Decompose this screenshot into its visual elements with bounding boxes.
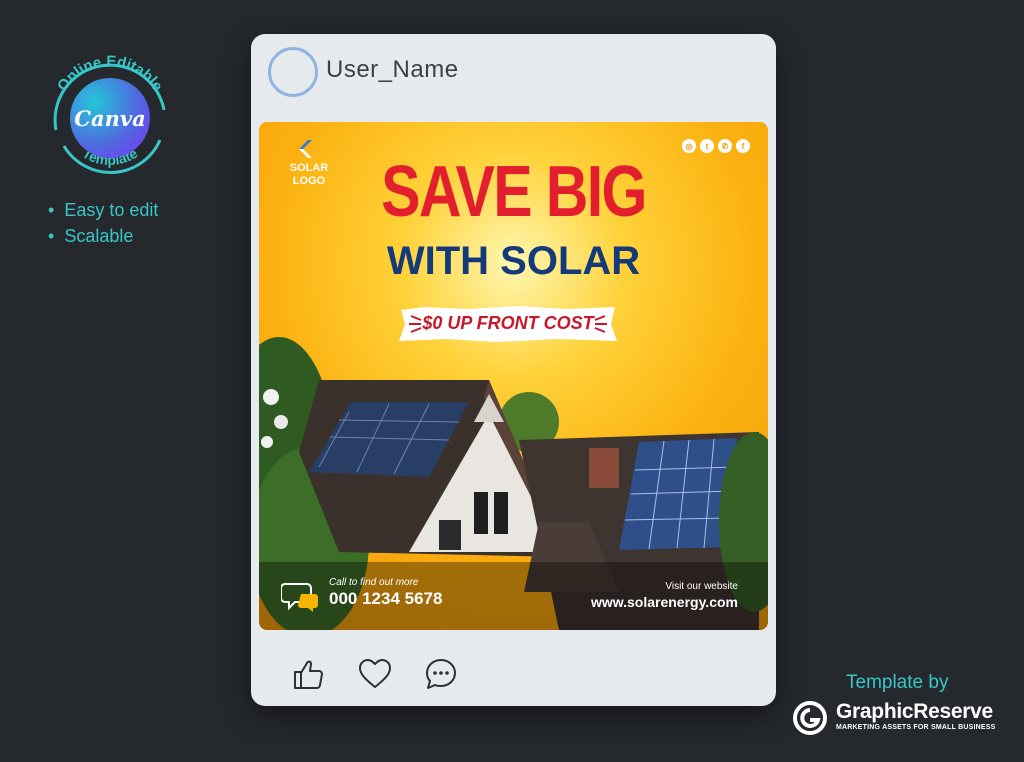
credit-label: Template by: [846, 672, 949, 693]
whatsapp-icon: ✆: [718, 139, 732, 153]
post-image: SOLAR LOGO ◎ t ✆ f SAVE BIG WITH SOLAR $…: [259, 122, 768, 630]
canva-logo: Canva: [70, 78, 150, 158]
instagram-icon: ◎: [682, 139, 696, 153]
username[interactable]: User_Name: [326, 56, 459, 84]
subheadline: WITH SOLAR: [386, 239, 641, 283]
post-actions: [291, 656, 459, 692]
social-icons: ◎ t ✆ f: [682, 139, 750, 153]
brand-name: GraphicReserve: [836, 700, 993, 723]
cost-banner: $0 UP FRONT COST: [397, 304, 619, 344]
canva-logo-text: Canva: [74, 105, 146, 131]
facebook-icon: f: [736, 139, 750, 153]
avatar[interactable]: [268, 47, 318, 97]
thumbs-up-icon[interactable]: [291, 656, 327, 692]
feature-list: Easy to edit Scalable: [48, 200, 158, 252]
comment-icon[interactable]: [423, 656, 459, 692]
website-url: www.solarenergy.com: [590, 594, 738, 610]
feature-item: Scalable: [48, 226, 158, 252]
brand-tagline: MARKETING ASSETS FOR SMALL BUSINESS: [836, 724, 996, 731]
call-label: Call to find out more: [329, 577, 419, 588]
phone-number: 000 1234 5678: [329, 589, 443, 608]
headline: SAVE BIG: [381, 152, 647, 232]
feature-item: Easy to edit: [48, 200, 158, 226]
cost-banner-text: $0 UP FRONT COST: [422, 313, 594, 333]
heart-icon[interactable]: [357, 656, 393, 692]
website-label: Visit our website: [665, 581, 738, 592]
canva-template-badge: Online Editable Template Canva: [40, 50, 180, 180]
social-post-card: User_Name SOLAR LOGO ◎ t ✆ f SAVE BIG WI…: [251, 34, 776, 706]
chat-bubble-icon: [281, 583, 318, 612]
twitter-icon: t: [700, 139, 714, 153]
graphicreserve-logo-icon: [793, 701, 827, 735]
